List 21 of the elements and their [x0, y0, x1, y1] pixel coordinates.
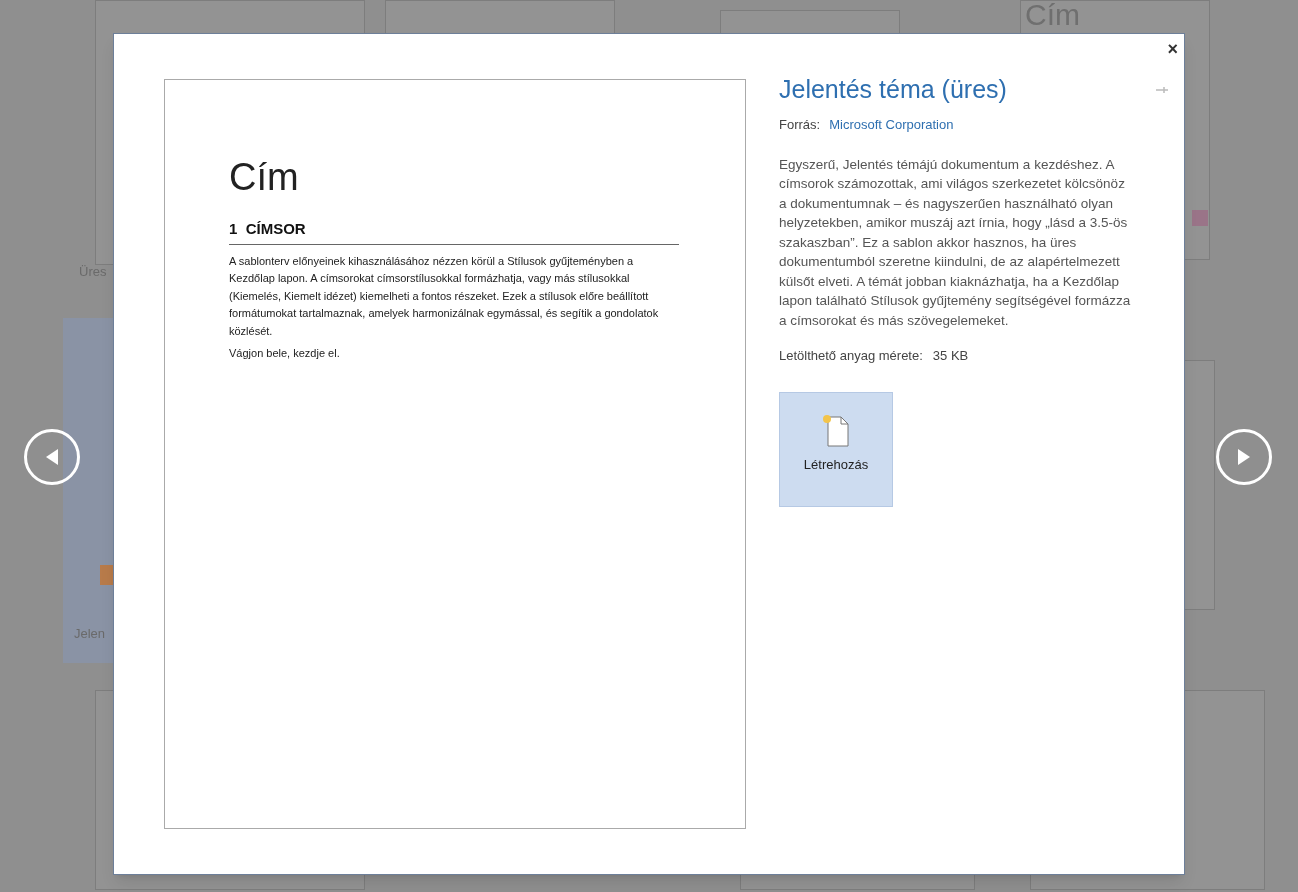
- new-document-icon: [822, 412, 850, 447]
- close-button[interactable]: ×: [1167, 40, 1178, 58]
- template-description: Egyszerű, Jelentés témájú dokumentum a kezdéshez. A címsorok számozottak, ami világos szerkezetet kölcsönöz a dokumentumnak – és nagyszerűen használható olyan helyzetekben, amikor muszáj azt írnia, hogy „lásd a 3.5-ös szakaszban”. Ez a sablon akkor hasznos, ha üres dokumentumból szeretne kiindulni, de az alapértelmezett külsőt elveti. A témát jobban kiaknázhatja, ha a Kezdőlap lapon található Stílusok gyűjtemény segítségével formázza a címsorokat és más szövegelemeket.: [779, 155, 1132, 330]
- template-title: Jelentés téma (üres): [779, 74, 1008, 105]
- document-heading: 1 CÍMSOR: [229, 218, 679, 245]
- document-paragraph: A sablonterv előnyeinek kihasználásához nézzen körül a Stílusok gyűjteményben a Kezdőlap lapon. A címsorokat címsorstílusokkal formázhatja, vagy más stílusokkal (Kiemelés, Kiemelt idézet) kiemelheti a fontos részeket. Ezek a stílusok előre beállított formátumokat tartalmaznak, amelyek harmonizálnak egymással, és segítik a gondolatok közlését.: [229, 253, 660, 339]
- previous-button[interactable]: [24, 429, 80, 485]
- size-label: Letölthető anyag mérete:: [779, 347, 923, 366]
- next-button[interactable]: [1216, 429, 1272, 485]
- pin-icon[interactable]: [1156, 86, 1168, 94]
- source-link[interactable]: Microsoft Corporation: [829, 115, 954, 135]
- document-paragraph: Vágjon bele, kezdje el.: [229, 346, 341, 361]
- source-label: Forrás:: [779, 116, 821, 135]
- document-title: Cím: [229, 158, 300, 196]
- thumbnail-caption: Jelen: [74, 627, 106, 640]
- left-triangle-icon: [44, 448, 60, 466]
- size-value: 35 KB: [932, 347, 969, 366]
- right-triangle-icon: [1236, 448, 1252, 466]
- create-button[interactable]: Létrehozás: [779, 391, 893, 507]
- accent-bar: [100, 565, 113, 585]
- accent-bar: [1192, 210, 1208, 226]
